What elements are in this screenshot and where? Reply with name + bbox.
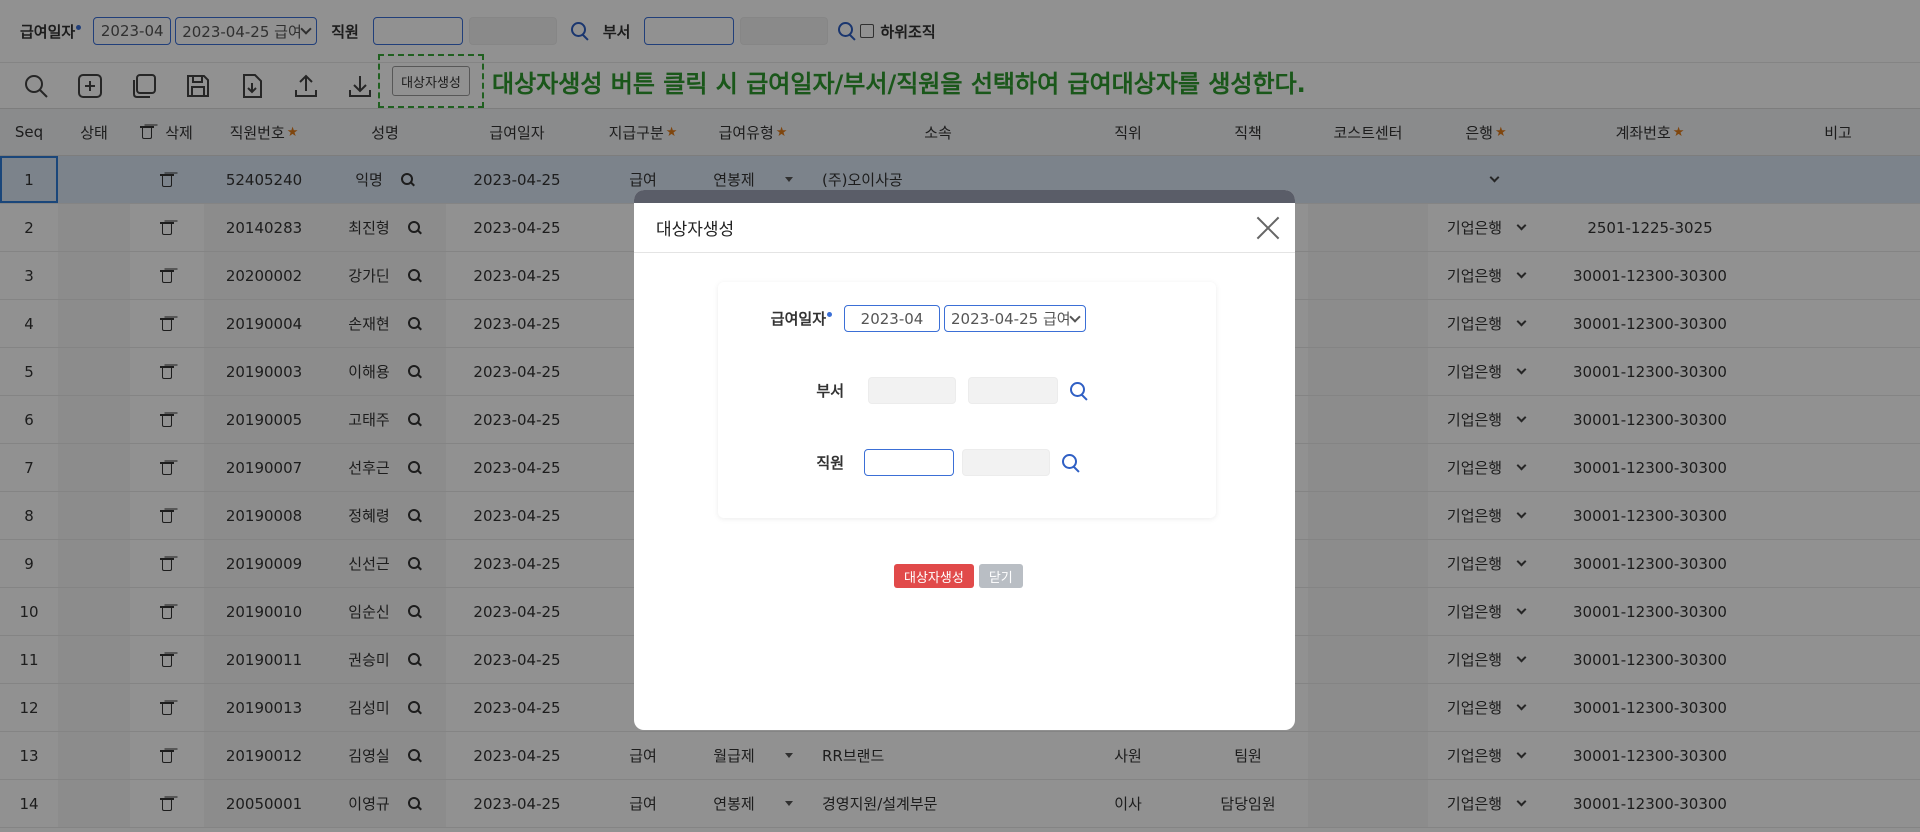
dialog-pay-date-label: 급여일자 (762, 308, 832, 329)
dialog-top-bar (634, 190, 1295, 203)
chevron-down-icon (1069, 310, 1081, 323)
dialog-dept-row: 부서 (762, 377, 1090, 404)
dialog-pay-date-select[interactable]: 2023-04-25 급여 (944, 305, 1086, 332)
dialog-employee-code-input[interactable] (864, 449, 954, 476)
dialog-dept-label: 부서 (816, 382, 844, 400)
dialog-button-group: 대상자생성 닫기 (894, 564, 1023, 588)
generate-targets-dialog: 대상자생성 급여일자 2023-04 2023-04-25 급여 부서 직원 대… (634, 190, 1295, 730)
close-icon[interactable] (1255, 215, 1281, 241)
dialog-employee-name-field (962, 449, 1050, 476)
dialog-form-card: 급여일자 2023-04 2023-04-25 급여 부서 직원 (718, 282, 1216, 518)
dialog-employee-label: 직원 (816, 454, 844, 472)
dialog-title: 대상자생성 (656, 220, 735, 240)
dialog-pay-date-row: 급여일자 2023-04 2023-04-25 급여 (762, 305, 1086, 332)
dialog-close-button[interactable]: 닫기 (978, 564, 1023, 588)
dialog-pay-date-select-value: 2023-04-25 급여 (951, 310, 1071, 328)
dialog-employee-search-icon[interactable] (1060, 452, 1082, 474)
dialog-dept-code-input[interactable] (868, 377, 956, 404)
dialog-pay-month-input[interactable]: 2023-04 (844, 305, 940, 332)
dialog-generate-button[interactable]: 대상자생성 (894, 564, 974, 588)
dialog-header: 대상자생성 (634, 203, 1295, 253)
dialog-dept-search-icon[interactable] (1068, 380, 1090, 402)
dialog-dept-name-field (968, 377, 1058, 404)
dialog-employee-row: 직원 (762, 449, 1082, 476)
